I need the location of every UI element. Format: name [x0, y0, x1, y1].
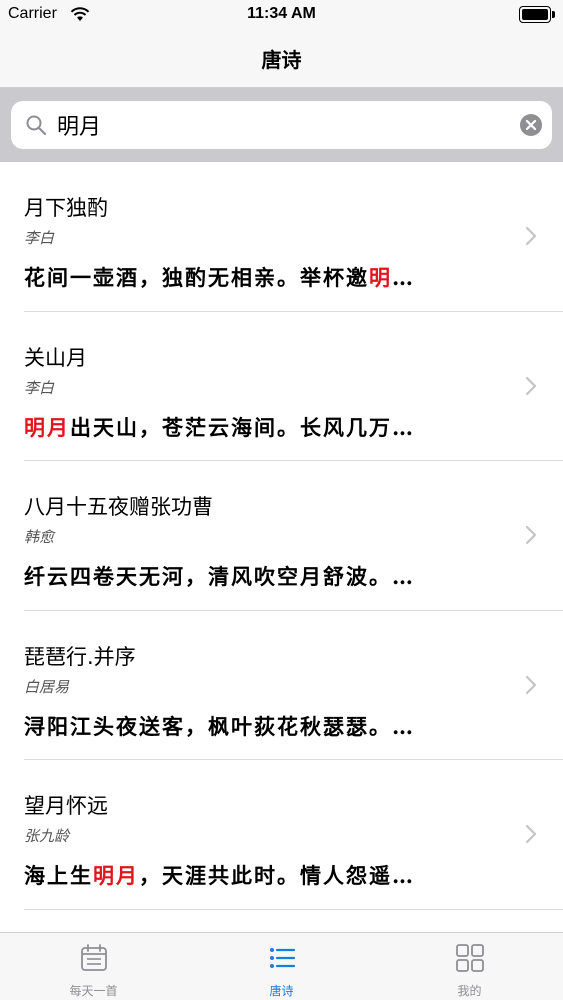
search-input[interactable] — [57, 101, 507, 149]
poem-excerpt: 浔阳江头夜送客，枫叶荻花秋瑟瑟。… — [24, 711, 494, 741]
grid-icon — [456, 944, 484, 972]
poem-author: 李白 — [24, 378, 55, 397]
poem-excerpt: 明月出天山，苍茫云海间。长风几万… — [24, 412, 494, 442]
search-icon — [26, 115, 47, 136]
poem-excerpt: 纤云四卷天无河，清风吹空月舒波。… — [24, 561, 494, 591]
chevron-right-icon — [525, 526, 537, 545]
clear-icon[interactable] — [520, 114, 542, 136]
tab-daily[interactable]: 每天一首 — [0, 933, 187, 1000]
poem-title: 八月十五夜赠张功曹 — [24, 495, 213, 520]
search-field[interactable] — [11, 101, 552, 149]
status-time: 11:34 AM — [247, 5, 316, 22]
navigation-bar: 唐诗 — [0, 30, 563, 88]
page-title: 唐诗 — [261, 48, 302, 72]
excerpt-text: ，天涯共此时。情人怨遥… — [139, 863, 415, 889]
chevron-right-icon — [525, 376, 537, 395]
poem-row[interactable]: 望月怀远张九龄海上生明月，天涯共此时。情人怨遥… — [0, 760, 563, 910]
poem-excerpt: 花间一壶酒，独酌无相亲。举杯邀明… — [24, 262, 494, 292]
list-icon — [270, 948, 296, 968]
excerpt-text: 浔阳江头夜送客，枫叶荻花秋瑟瑟。… — [24, 713, 415, 739]
tab-bar: 每天一首 唐诗 我的 — [0, 932, 563, 1000]
poem-author: 张九龄 — [24, 827, 70, 846]
excerpt-text: 海上生 — [24, 863, 93, 889]
poem-author: 韩愈 — [24, 528, 55, 547]
excerpt-highlight: 明 — [369, 265, 392, 290]
poem-excerpt: 海上生明月，天涯共此时。情人怨遥… — [24, 860, 494, 890]
poem-title: 月下独酌 — [24, 196, 108, 220]
row-divider — [24, 908, 563, 910]
calendar-icon — [81, 944, 107, 971]
poem-row[interactable]: 琵琶行.并序白居易浔阳江头夜送客，枫叶荻花秋瑟瑟。… — [0, 611, 563, 761]
poem-author: 白居易 — [24, 677, 70, 696]
tab-tang-poems[interactable]: 唐诗 — [188, 933, 375, 1000]
excerpt-text: 花间一壶酒，独酌无相亲。举杯邀 — [24, 265, 369, 290]
poem-title: 琵琶行.并序 — [24, 644, 136, 669]
poem-row[interactable]: 关山月李白明月出天山，苍茫云海间。长风几万… — [0, 312, 563, 462]
tab-label-mine: 我的 — [457, 984, 482, 998]
poem-list: 月下独酌 李白 花间一壶酒，独酌无相亲。举杯邀明… 关山月 李白 明月出天山，苍茫云海间。… — [0, 162, 563, 910]
excerpt-text: 出天山，苍茫云海间。长风几万… — [70, 414, 415, 440]
chevron-right-icon — [525, 675, 537, 694]
chevron-right-icon — [525, 226, 537, 246]
poem-row[interactable]: 月下独酌李白花间一壶酒，独酌无相亲。举杯邀明… — [0, 162, 563, 312]
search-bar — [0, 88, 563, 162]
excerpt-highlight: 明月 — [93, 863, 139, 889]
excerpt-text: 纤云四卷天无河，清风吹空月舒波。… — [24, 564, 415, 590]
excerpt-text: … — [392, 265, 415, 290]
poem-author: 李白 — [24, 229, 55, 247]
status-bar: Carrier 11:34 AM — [0, 0, 563, 30]
poem-row[interactable]: 八月十五夜赠张功曹韩愈纤云四卷天无河，清风吹空月舒波。… — [0, 461, 563, 611]
chevron-right-icon — [525, 825, 537, 844]
battery-icon — [519, 6, 555, 23]
tab-label-daily: 每天一首 — [69, 984, 118, 998]
tab-mine[interactable]: 我的 — [376, 933, 563, 1000]
tab-label-tang-poems: 唐诗 — [269, 984, 294, 998]
poem-title: 望月怀远 — [24, 794, 108, 819]
excerpt-highlight: 明月 — [24, 414, 70, 440]
poem-title: 关山月 — [24, 345, 87, 370]
